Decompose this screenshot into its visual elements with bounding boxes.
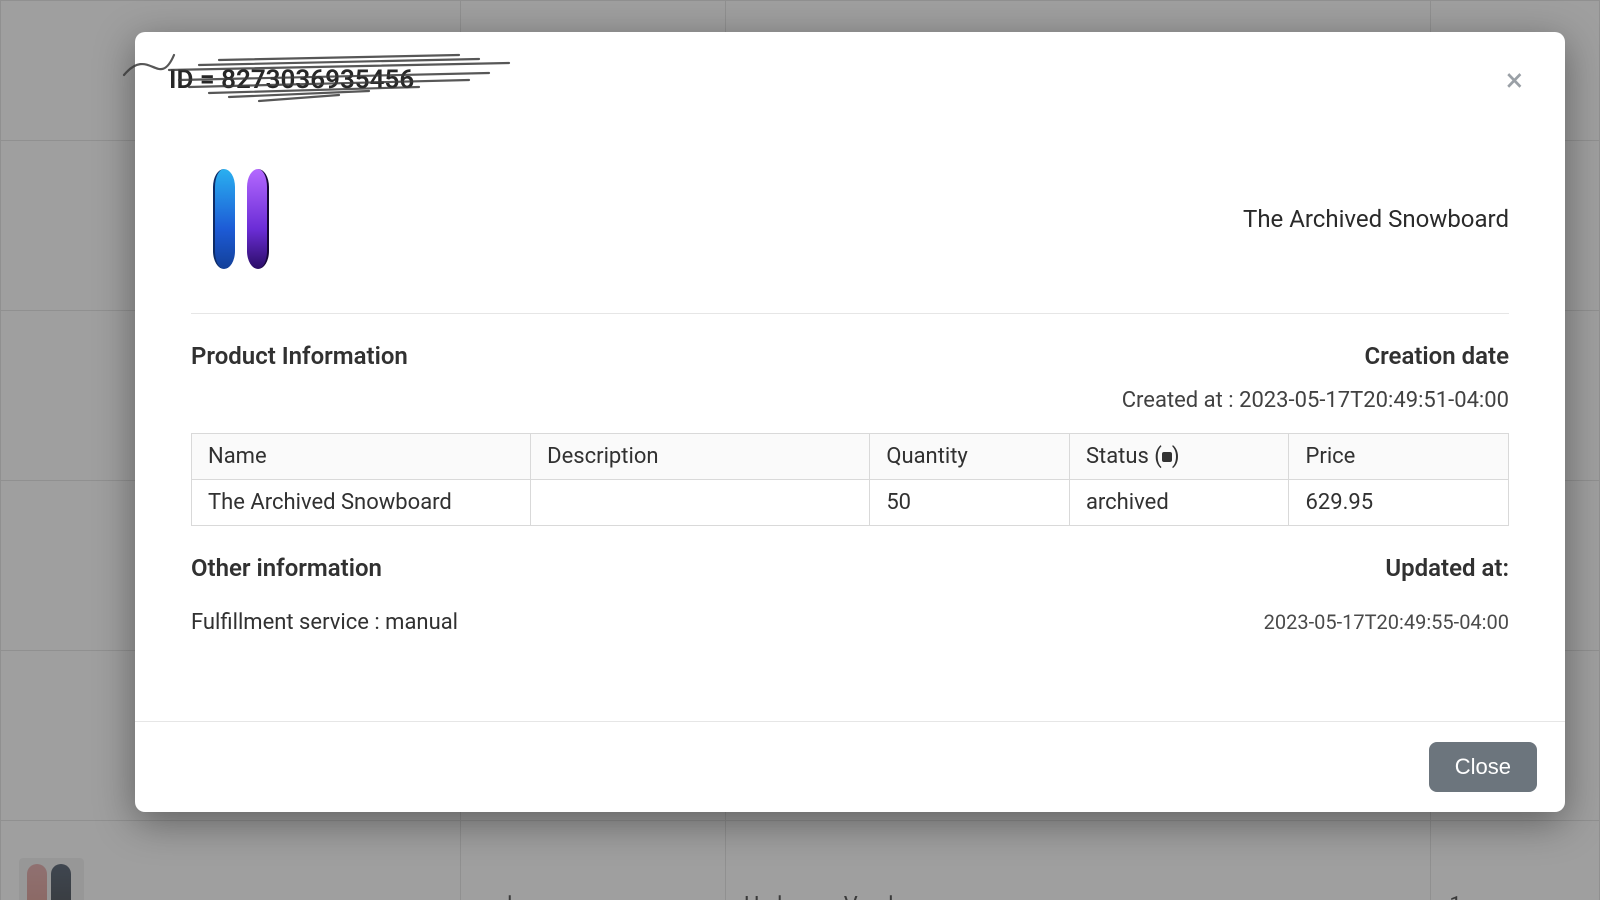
created-at-value: 2023-05-17T20:49:51-04:00	[1239, 388, 1509, 413]
td-name: The Archived Snowboard	[192, 480, 531, 526]
modal-header: ID = 8273036935456 ×	[135, 32, 1565, 125]
th-status-prefix: Status (	[1086, 444, 1162, 469]
product-info-heading: Product Information	[191, 342, 408, 370]
th-description: Description	[531, 434, 870, 480]
fulfillment-row: Fulfillment service : manual 2023-05-17T…	[191, 610, 1509, 635]
th-price: Price	[1289, 434, 1509, 480]
td-description	[531, 480, 870, 526]
product-name: The Archived Snowboard	[1243, 205, 1509, 233]
modal-body: The Archived Snowboard Product Informati…	[135, 125, 1565, 721]
product-image	[191, 165, 291, 273]
created-at-line: Created at : 2023-05-17T20:49:51-04:00	[191, 388, 1509, 413]
th-status: Status ()	[1069, 434, 1289, 480]
updated-at-value: 2023-05-17T20:49:55-04:00	[1264, 610, 1509, 634]
status-dot-icon	[1162, 452, 1172, 462]
creation-date-heading: Creation date	[1364, 342, 1509, 370]
close-button[interactable]: Close	[1429, 742, 1537, 792]
product-header-row: The Archived Snowboard	[191, 125, 1509, 314]
modal-footer: Close	[135, 721, 1565, 812]
td-quantity: 50	[870, 480, 1070, 526]
table-row: The Archived Snowboard 50 archived 629.9…	[192, 480, 1509, 526]
fulfillment-service: Fulfillment service : manual	[191, 610, 458, 635]
other-info-heading: Other information	[191, 554, 382, 582]
modal-title: ID = 8273036935456	[169, 65, 414, 95]
created-at-prefix: Created at :	[1122, 388, 1239, 413]
snowboard-icon	[213, 169, 269, 269]
section-headings-row: Product Information Creation date	[191, 342, 1509, 370]
product-info-table: Name Description Quantity Status () Pric…	[191, 433, 1509, 526]
td-status: archived	[1069, 480, 1289, 526]
th-name: Name	[192, 434, 531, 480]
other-info-row: Other information Updated at:	[191, 554, 1509, 582]
updated-at-heading: Updated at:	[1385, 554, 1509, 582]
modal-id-label: ID = 8273036935456	[169, 65, 414, 95]
close-icon[interactable]: ×	[1498, 60, 1531, 100]
td-price: 629.95	[1289, 480, 1509, 526]
th-quantity: Quantity	[870, 434, 1070, 480]
product-detail-modal: ID = 8273036935456 × The Archived Snowbo…	[135, 32, 1565, 812]
th-status-suffix: )	[1172, 444, 1180, 469]
